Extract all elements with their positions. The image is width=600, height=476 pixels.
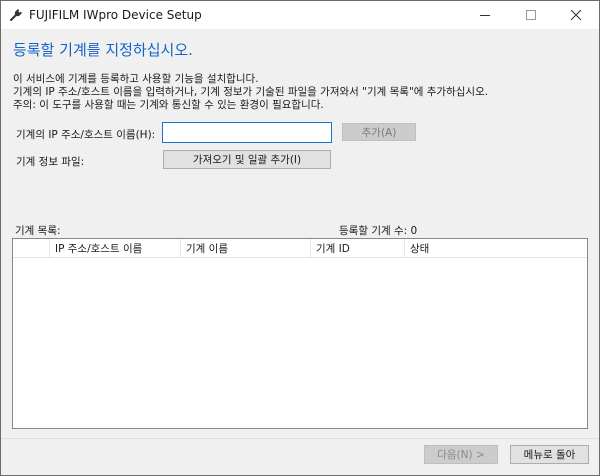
column-header-name[interactable]: 기계 이름	[181, 239, 311, 258]
add-button[interactable]: 추가(A)	[342, 123, 416, 141]
column-header-ip[interactable]: IP 주소/호스트 이름	[50, 239, 181, 258]
setup-window: FUJIFILM IWpro Device Setup 등록할 기계를 지정하십…	[0, 0, 600, 476]
column-header-status[interactable]: 상태	[405, 239, 587, 258]
device-list-label: 기계 목록:	[15, 225, 61, 237]
maximize-button[interactable]	[508, 1, 554, 29]
host-input[interactable]	[162, 122, 332, 143]
description-line-3: 주의: 이 도구를 사용할 때는 기계와 통신할 수 있는 환경이 필요합니다.	[13, 99, 324, 111]
minimize-button[interactable]	[462, 1, 508, 29]
close-button[interactable]	[553, 1, 599, 29]
table-header: IP 주소/호스트 이름 기계 이름 기계 ID 상태	[13, 239, 587, 258]
minimize-icon	[480, 15, 490, 16]
device-table[interactable]: IP 주소/호스트 이름 기계 이름 기계 ID 상태	[12, 238, 588, 429]
title-bar[interactable]: FUJIFILM IWpro Device Setup	[1, 1, 599, 29]
host-label: 기계의 IP 주소/호스트 이름(H):	[16, 129, 156, 141]
window-title: FUJIFILM IWpro Device Setup	[29, 8, 202, 22]
maximize-icon	[526, 10, 536, 20]
import-button[interactable]: 가져오기 및 일괄 추가(I)	[163, 150, 331, 169]
page-heading: 등록할 기계를 지정하십시오.	[13, 41, 193, 59]
footer-divider	[1, 438, 599, 439]
back-to-menu-button[interactable]: 메뉴로 돌아	[510, 445, 589, 464]
file-label: 기계 정보 파일:	[16, 156, 85, 168]
column-header-id[interactable]: 기계 ID	[311, 239, 405, 258]
close-icon	[571, 10, 581, 20]
column-header-select[interactable]	[13, 239, 50, 258]
wrench-icon	[8, 7, 24, 23]
next-button[interactable]: 다음(N) >	[424, 445, 498, 464]
device-count-label: 등록할 기계 수: 0	[339, 225, 418, 237]
